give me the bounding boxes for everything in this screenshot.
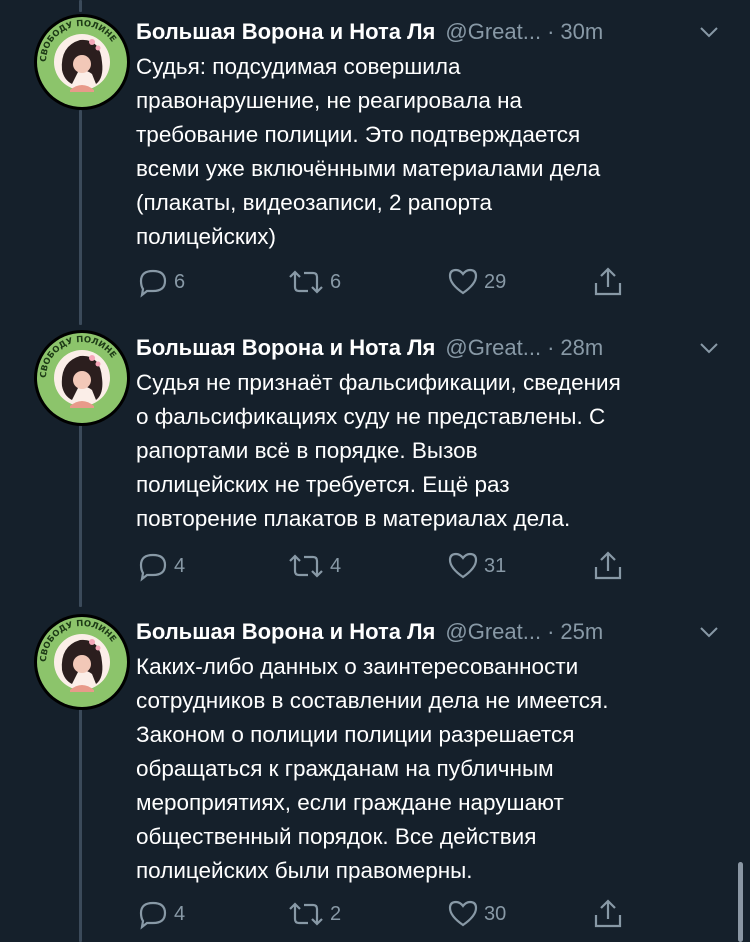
chevron-down-icon[interactable] [698,21,720,43]
scrollbar[interactable] [738,862,743,942]
reply-count: 4 [174,902,186,925]
tweet-header: Большая Ворона и Нота Ля @Great... · 25m [136,612,720,652]
reply-icon [139,901,167,930]
like-icon [448,552,478,579]
tweet-actions: 4 2 30 [136,894,636,934]
share-button[interactable] [591,894,625,934]
retweet-icon [289,902,323,926]
tweet-text-line: полицейских не требуется. Ещё раз [136,472,510,497]
share-icon [594,899,622,928]
like-count: 30 [484,902,507,925]
tweet-header: Большая Ворона и Нота Ля @Great... · 30m [136,12,720,52]
like-button[interactable]: 29 [446,262,506,302]
tweet-header: Большая Ворона и Нота Ля @Great... · 28m [136,328,720,368]
avatar[interactable]: СВОБОДУ ПОЛИНЕ [32,612,132,712]
like-icon [448,900,478,927]
author-name[interactable]: Большая Ворона и Нота Ля [136,19,435,45]
tweet-text-line: Судья: подсудимая совершила [136,54,461,79]
tweet[interactable]: СВОБОДУ ПОЛИНЕ Большая Ворона и Нота Ля … [0,612,750,942]
tweet-text: Судья не признаёт фальсификации, сведени… [136,366,726,536]
retweet-count: 6 [330,270,342,293]
avatar-image: СВОБОДУ ПОЛИНЕ [34,614,130,710]
tweet[interactable]: СВОБОДУ ПОЛИНЕ Большая Ворона и Нота Ля … [0,328,750,598]
timestamp[interactable]: 25m [560,619,603,645]
separator-dot: · [547,335,555,360]
tweet-text-line: (плакаты, видеозаписи, 2 рапорта [136,190,493,215]
tweet-text-line: о фальсификациях суду не представлены. С [136,404,606,429]
tweet-text-line: сотрудников в составлении дела не имеетс… [136,688,609,713]
tweet-text: Судья: подсудимая совершила правонарушен… [136,50,726,254]
retweet-button[interactable]: 2 [286,894,341,934]
tweet-text-line: мероприятиях, если граждане нарушают [136,790,564,815]
author-handle[interactable]: @Great... [445,335,541,361]
reply-count: 6 [174,270,186,293]
reply-icon [139,553,167,582]
tweet-actions: 6 6 29 [136,262,636,302]
reply-button[interactable]: 4 [136,894,185,934]
tweet-actions: 4 4 31 [136,546,636,586]
tweet-text-line: рапортами всё в порядке. Вызов [136,438,478,463]
retweet-count: 2 [330,902,342,925]
tweet-text-line: повторение плакатов в материалах дела. [136,506,571,531]
author-handle[interactable]: @Great... [445,619,541,645]
author-name[interactable]: Большая Ворона и Нота Ля [136,335,435,361]
reply-button[interactable]: 4 [136,546,185,586]
tweet-text-line: Судья не признаёт фальсификации, сведени… [136,370,621,395]
chevron-down-icon[interactable] [698,621,720,643]
separator-dot: · [547,19,555,44]
like-count: 29 [484,270,507,293]
tweet-text-line: Законом о полиции полиции разрешается [136,722,575,747]
reply-icon [139,269,167,298]
tweet[interactable]: СВОБОДУ ПОЛИНЕ Большая Ворона и Нота Ля … [0,12,750,312]
tweet-text-line: правонарушение, не реагировала на [136,88,523,113]
retweet-button[interactable]: 6 [286,262,341,302]
separator-dot: · [547,619,555,644]
thread-line [79,0,82,12]
like-button[interactable]: 30 [446,894,506,934]
tweet-text-line: полицейских были правомерны. [136,858,473,883]
author-handle[interactable]: @Great... [445,19,541,45]
retweet-icon [289,554,323,578]
tweet-text-line: обращаться к гражданам на публичным [136,756,554,781]
author-name[interactable]: Большая Ворона и Нота Ля [136,619,435,645]
avatar-image: СВОБОДУ ПОЛИНЕ [34,14,130,110]
retweet-button[interactable]: 4 [286,546,341,586]
tweet-text-line: полицейских) [136,224,277,249]
retweet-count: 4 [330,554,342,577]
share-button[interactable] [591,546,625,586]
tweet-text-line: всеми уже включёнными материалами дела [136,156,601,181]
timeline: СВОБОДУ ПОЛИНЕ Большая Ворона и Нота Ля … [0,0,750,942]
tweet-text: Каких-либо данных о заинтересованности с… [136,650,726,888]
reply-button[interactable]: 6 [136,262,185,302]
tweet-text-line: требование полиции. Это подтверждается [136,122,581,147]
tweet-text-line: общественный порядок. Все действия [136,824,537,849]
avatar[interactable]: СВОБОДУ ПОЛИНЕ [32,12,132,112]
avatar[interactable]: СВОБОДУ ПОЛИНЕ [32,328,132,428]
tweet-text-line: Каких-либо данных о заинтересованности [136,654,579,679]
chevron-down-icon[interactable] [698,337,720,359]
share-icon [594,551,622,580]
retweet-icon [289,270,323,294]
like-button[interactable]: 31 [446,546,506,586]
reply-count: 4 [174,554,186,577]
avatar-image: СВОБОДУ ПОЛИНЕ [34,330,130,426]
like-icon [448,268,478,295]
timestamp[interactable]: 30m [560,19,603,45]
timestamp[interactable]: 28m [560,335,603,361]
share-icon [594,267,622,296]
share-button[interactable] [591,262,625,302]
like-count: 31 [484,554,507,577]
